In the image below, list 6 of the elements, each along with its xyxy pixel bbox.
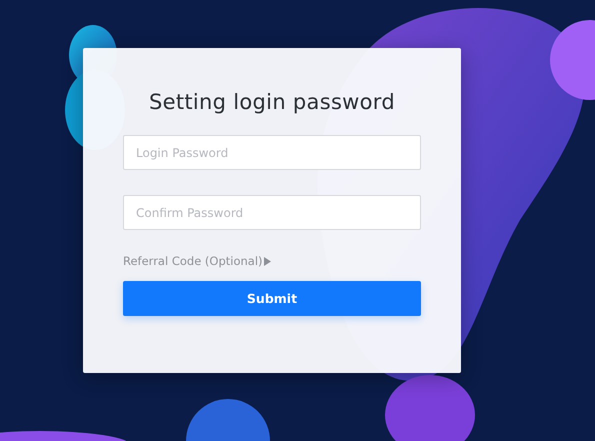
password-field[interactable]: Login Password: [123, 135, 421, 170]
password-field[interactable]: Confirm Password: [123, 195, 421, 230]
submit-button[interactable]: Submit: [123, 281, 421, 316]
referral-code-toggle[interactable]: Referral Code (Optional): [123, 254, 271, 268]
form-title: Setting login password: [149, 90, 395, 114]
caret-icon: [264, 256, 271, 266]
